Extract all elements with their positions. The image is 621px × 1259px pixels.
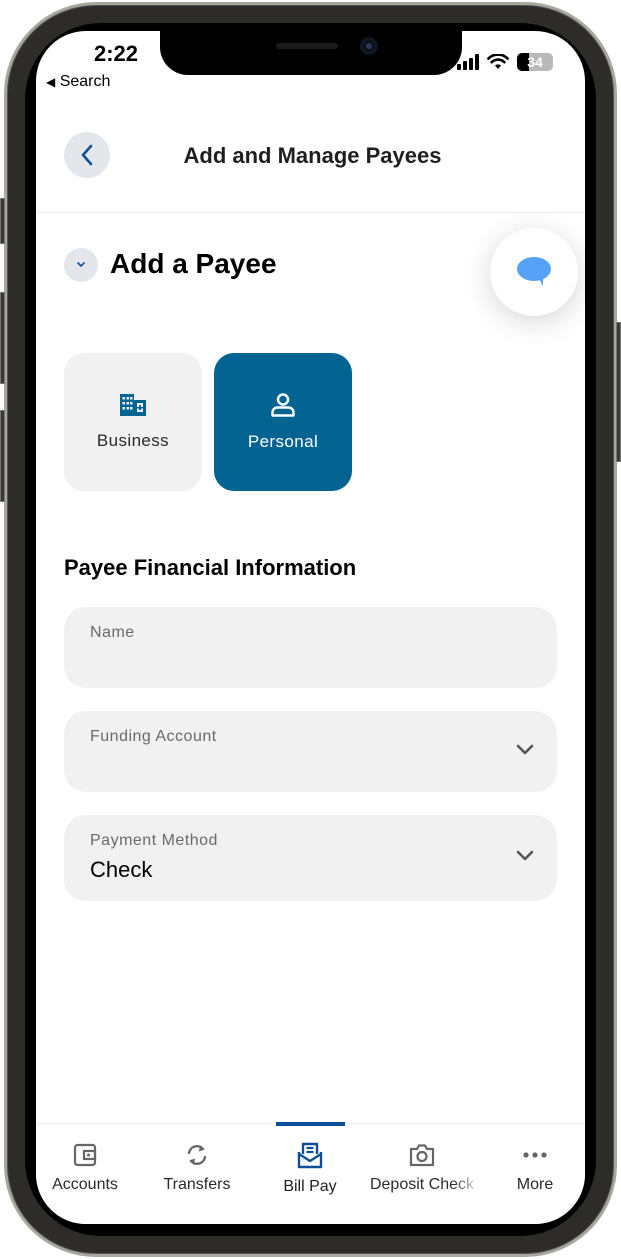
tab-more[interactable]: More bbox=[480, 1142, 585, 1194]
building-icon bbox=[120, 394, 146, 416]
camera-icon bbox=[409, 1144, 435, 1167]
section-title: Add a Payee bbox=[110, 248, 277, 279]
tab-label: Transfers bbox=[163, 1176, 231, 1193]
side-button bbox=[616, 322, 621, 462]
name-field-label: Name bbox=[90, 624, 135, 641]
notch bbox=[160, 31, 462, 75]
payee-type-label: Business bbox=[96, 431, 170, 450]
side-button bbox=[0, 198, 5, 244]
form-title: Payee Financial Information bbox=[64, 555, 357, 580]
payee-type-business[interactable]: Business bbox=[64, 353, 202, 491]
funding-account-select[interactable]: Funding Account bbox=[64, 711, 557, 792]
more-dots-icon bbox=[523, 1152, 547, 1158]
tab-transfers[interactable]: Transfers bbox=[142, 1142, 252, 1194]
bottom-tab-bar: Accounts Transfers Bill Pay Deposit Chec… bbox=[36, 1122, 585, 1224]
payment-method-label: Payment Method bbox=[90, 832, 218, 849]
collapse-section-button[interactable] bbox=[64, 248, 98, 282]
tab-accounts[interactable]: Accounts bbox=[36, 1142, 140, 1194]
transfer-arrows-icon bbox=[187, 1145, 207, 1165]
tab-label: More bbox=[516, 1176, 554, 1193]
chevron-down-icon bbox=[516, 850, 534, 861]
tab-label: Accounts bbox=[52, 1176, 118, 1193]
tab-bill-pay[interactable]: Bill Pay bbox=[255, 1142, 365, 1196]
status-time: 2:22 bbox=[94, 41, 139, 66]
payee-type-personal[interactable]: Personal bbox=[214, 353, 352, 491]
side-button bbox=[0, 292, 5, 384]
chat-button[interactable] bbox=[490, 228, 578, 316]
phone-screen: 2:22 ◀ Search 34 Add and Manage Payees A… bbox=[36, 31, 585, 1224]
active-tab-indicator bbox=[276, 1122, 345, 1126]
payment-method-select[interactable]: Payment Method Check bbox=[64, 815, 557, 901]
battery-level: 34 bbox=[527, 54, 543, 70]
wifi-icon bbox=[487, 54, 509, 69]
name-input[interactable] bbox=[90, 645, 537, 673]
person-icon bbox=[271, 393, 295, 417]
page-header: Add and Manage Payees bbox=[36, 115, 585, 213]
tab-label: Deposit Check bbox=[369, 1176, 475, 1193]
cellular-signal-icon bbox=[457, 54, 479, 70]
status-indicators: 34 bbox=[457, 53, 553, 71]
tab-deposit-check[interactable]: Deposit Check bbox=[367, 1142, 477, 1194]
page-title: Add and Manage Payees bbox=[183, 143, 442, 168]
side-button bbox=[0, 410, 5, 502]
back-to-search-label: Search bbox=[59, 73, 111, 90]
payee-type-label: Personal bbox=[247, 432, 319, 451]
bill-envelope-icon bbox=[297, 1142, 323, 1169]
chat-bubble-icon bbox=[517, 257, 551, 286]
back-to-search[interactable]: ◀ Search bbox=[46, 73, 110, 91]
front-camera bbox=[360, 37, 378, 55]
battery-icon: 34 bbox=[517, 53, 553, 71]
chevron-down-icon bbox=[77, 262, 85, 268]
payment-method-value: Check bbox=[90, 857, 153, 882]
funding-account-label: Funding Account bbox=[90, 728, 217, 745]
chevron-down-icon bbox=[516, 744, 534, 755]
left-triangle-icon: ◀ bbox=[46, 75, 56, 89]
wallet-icon bbox=[73, 1143, 97, 1167]
tab-label: Bill Pay bbox=[283, 1178, 337, 1195]
name-field[interactable]: Name bbox=[64, 607, 557, 688]
